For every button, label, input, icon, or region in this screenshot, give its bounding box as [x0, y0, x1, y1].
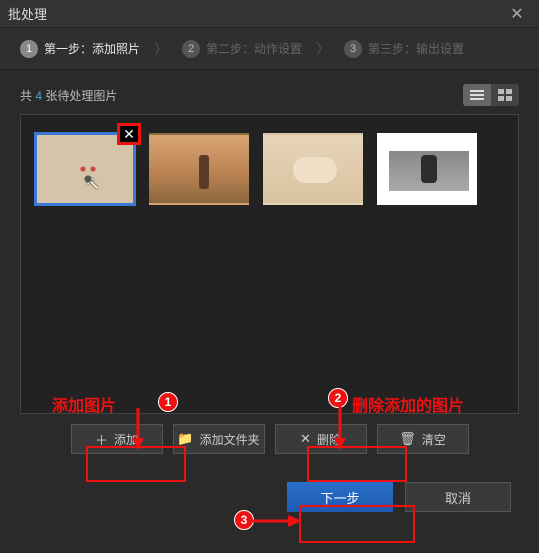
clear-button[interactable]: 🗑 清空 — [377, 424, 469, 454]
step-3-num: 3 — [344, 40, 362, 58]
thumbnail-4[interactable] — [377, 133, 477, 205]
content-area: 共 4 张待处理图片 ✕ ↖ ＋ 添加 📁 添加 — [0, 70, 539, 464]
step-3-label: 第三步：输出设置 — [368, 40, 464, 57]
add-button[interactable]: ＋ 添加 — [71, 424, 163, 454]
chevron-right-icon: 〉 — [316, 39, 330, 59]
image-grid: ✕ ↖ — [20, 114, 519, 414]
step-1-num: 1 — [20, 40, 38, 58]
step-2-num: 2 — [182, 40, 200, 58]
view-toggle — [463, 84, 519, 106]
chevron-right-icon: 〉 — [154, 39, 168, 59]
action-button-row: ＋ 添加 📁 添加文件夹 ✕ 删除 🗑 清空 — [20, 424, 519, 454]
count-row: 共 4 张待处理图片 — [20, 84, 519, 106]
step-3[interactable]: 3 第三步：输出设置 — [334, 36, 474, 62]
thumbnail-delete-icon[interactable]: ✕ — [117, 123, 141, 145]
list-view-icon[interactable] — [463, 84, 491, 106]
step-2-label: 第二步：动作设置 — [206, 40, 302, 57]
thumbnail-row: ✕ ↖ — [35, 133, 504, 205]
step-2[interactable]: 2 第二步：动作设置 — [172, 36, 312, 62]
window-title: 批处理 — [8, 4, 47, 23]
step-1[interactable]: 1 第一步：添加照片 — [10, 36, 150, 62]
thumbnail-3[interactable] — [263, 133, 363, 205]
cancel-button[interactable]: 取消 — [405, 482, 511, 512]
grid-view-icon[interactable] — [491, 84, 519, 106]
thumbnail-1[interactable]: ✕ ↖ — [35, 133, 135, 205]
plus-icon: ＋ — [95, 430, 108, 449]
next-button[interactable]: 下一步 — [287, 482, 393, 512]
add-folder-button[interactable]: 📁 添加文件夹 — [173, 424, 265, 454]
title-bar: 批处理 ✕ — [0, 0, 539, 28]
count-text: 共 4 张待处理图片 — [20, 87, 117, 104]
footer: 下一步 取消 — [0, 464, 539, 530]
step-1-label: 第一步：添加照片 — [44, 40, 140, 57]
folder-icon: 📁 — [177, 431, 193, 447]
thumbnail-2[interactable] — [149, 133, 249, 205]
delete-button[interactable]: ✕ 删除 — [275, 424, 367, 454]
cursor-icon: ↖ — [85, 173, 100, 194]
step-nav: 1 第一步：添加照片 〉 2 第二步：动作设置 〉 3 第三步：输出设置 — [0, 28, 539, 70]
close-icon: ✕ — [300, 431, 311, 447]
trash-icon: 🗑 — [399, 431, 416, 447]
close-icon[interactable]: ✕ — [503, 4, 531, 24]
